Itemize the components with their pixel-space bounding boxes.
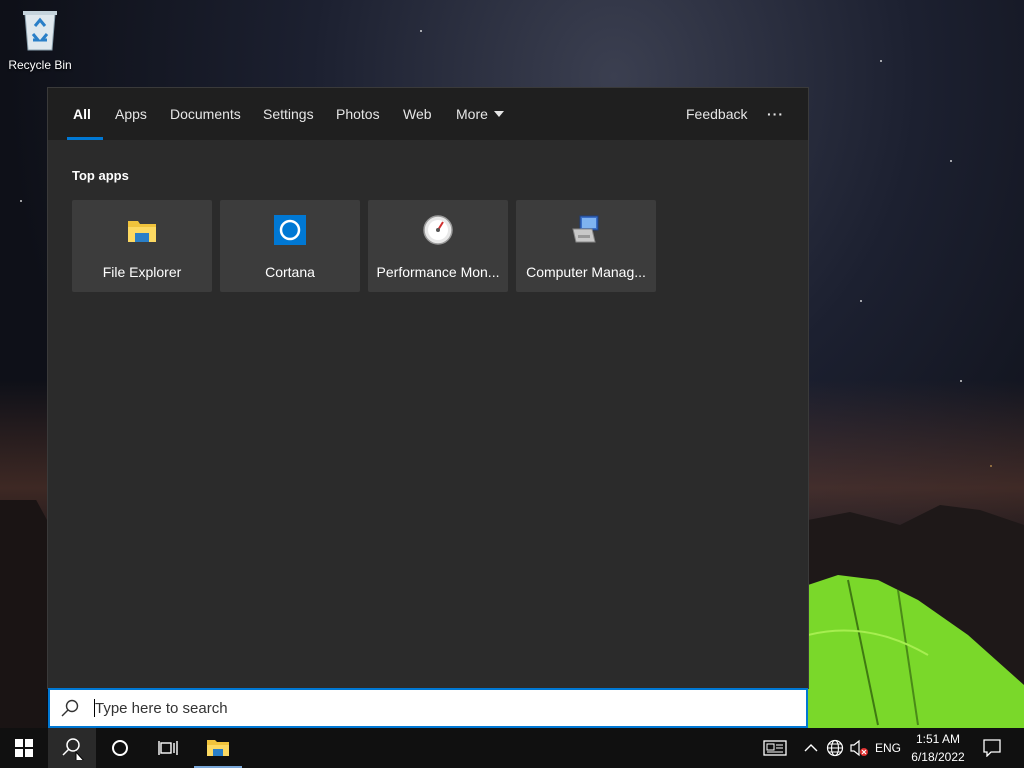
feedback-button[interactable]: Feedback — [686, 88, 747, 140]
tent-image — [808, 575, 1024, 730]
search-input[interactable] — [95, 699, 775, 717]
search-icon — [62, 738, 84, 760]
recycle-bin-shortcut[interactable]: Recycle Bin — [6, 6, 74, 72]
volume-muted-icon — [850, 739, 868, 757]
chevron-up-icon — [804, 744, 818, 752]
more-options-button[interactable]: ··· — [767, 88, 784, 140]
app-tile-label: File Explorer — [102, 264, 182, 280]
search-icon — [61, 699, 79, 717]
taskbar-search-button[interactable] — [48, 728, 96, 768]
tab-documents[interactable]: Documents — [170, 88, 241, 140]
app-tile-label: Cortana — [265, 264, 315, 280]
tab-apps[interactable]: Apps — [115, 88, 147, 140]
windows-logo-icon — [15, 739, 33, 757]
network-button[interactable] — [824, 728, 846, 768]
tab-settings[interactable]: Settings — [263, 88, 314, 140]
search-panel: All Apps Documents Settings Photos Web M… — [47, 87, 809, 689]
show-hidden-icons-button[interactable] — [800, 728, 822, 768]
top-apps-list: File Explorer Cortana Performance Mon...… — [72, 200, 656, 292]
tab-photos[interactable]: Photos — [336, 88, 380, 140]
recycle-bin-label: Recycle Bin — [8, 58, 72, 72]
task-view-icon — [158, 741, 178, 755]
app-tile-label: Computer Manag... — [526, 264, 646, 280]
search-box[interactable] — [48, 688, 808, 728]
clock[interactable]: 1:51 AM 6/18/2022 — [902, 730, 974, 766]
chevron-down-icon — [493, 111, 504, 117]
top-apps-heading: Top apps — [72, 168, 129, 183]
cortana-button[interactable] — [96, 728, 144, 768]
performance-monitor-icon — [422, 215, 454, 245]
start-button[interactable] — [0, 728, 48, 768]
news-and-interests-button[interactable] — [758, 728, 792, 768]
file-explorer-taskbar-button[interactable] — [194, 728, 242, 768]
taskbar: ENG 1:51 AM 6/18/2022 — [0, 728, 1024, 768]
volume-button[interactable] — [848, 728, 870, 768]
computer-management-icon — [570, 215, 602, 245]
tab-all[interactable]: All — [67, 88, 103, 140]
recycle-bin-icon — [23, 11, 57, 51]
clock-time: 1:51 AM — [915, 732, 961, 746]
input-language-indicator[interactable]: ENG — [872, 728, 904, 768]
notification-icon — [983, 739, 1001, 757]
news-icon — [763, 740, 787, 756]
app-tile-file-explorer[interactable]: File Explorer — [72, 200, 212, 292]
clock-date: 6/18/2022 — [911, 750, 965, 764]
action-center-button[interactable] — [978, 728, 1006, 768]
task-view-button[interactable] — [144, 728, 192, 768]
app-tile-computer-management[interactable]: Computer Manag... — [516, 200, 656, 292]
file-explorer-icon — [207, 740, 229, 756]
app-tile-cortana[interactable]: Cortana — [220, 200, 360, 292]
search-tab-bar: All Apps Documents Settings Photos Web M… — [48, 88, 808, 140]
tab-more[interactable]: More — [456, 88, 504, 140]
tab-more-label: More — [456, 106, 488, 122]
app-tile-label: Performance Mon... — [376, 264, 500, 280]
cortana-circle-icon — [112, 740, 128, 756]
tab-web[interactable]: Web — [403, 88, 432, 140]
file-explorer-icon — [126, 215, 158, 245]
cortana-icon — [274, 214, 306, 246]
globe-icon — [826, 739, 844, 757]
app-tile-performance-monitor[interactable]: Performance Mon... — [368, 200, 508, 292]
